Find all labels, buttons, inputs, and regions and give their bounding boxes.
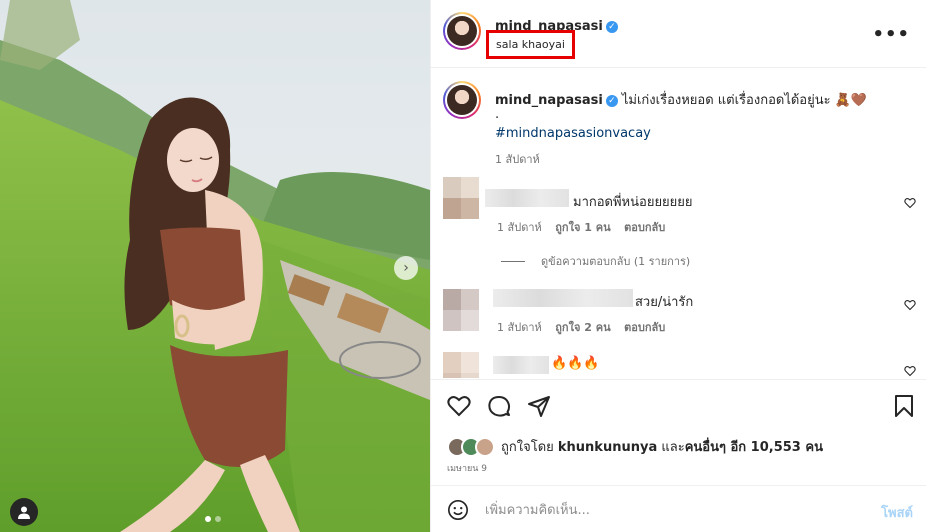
tagged-users-button[interactable] (10, 498, 38, 526)
likes-middle: และ (657, 440, 685, 455)
comment-avatar-blurred[interactable] (443, 289, 479, 331)
comment-username-blurred[interactable] (485, 189, 569, 207)
carousel-dot-active (205, 516, 211, 522)
comment-time[interactable]: 1 สัปดาห์ (497, 321, 542, 334)
likes-text: ถูกใจโดย khunkununya และคนอื่นๆ อีก 10,5… (501, 436, 823, 457)
caption-avatar[interactable] (443, 81, 481, 119)
add-comment-input[interactable] (485, 500, 855, 520)
user-icon (18, 506, 30, 519)
share-icon[interactable] (527, 394, 551, 418)
bookmark-icon[interactable] (893, 394, 915, 418)
photo-illustration (0, 0, 430, 532)
emoji-icon[interactable] (447, 499, 469, 521)
post-comment-button[interactable]: โพสต์ (881, 502, 913, 523)
comment-like-heart-icon[interactable] (904, 365, 916, 377)
comment-meta: 1 สัปดาห์ ถูกใจ 2 คน ตอบกลับ (497, 318, 675, 336)
more-options-icon[interactable]: ••• (872, 24, 910, 45)
comment-username-blurred[interactable] (493, 289, 633, 307)
post-details-pane: mind_napasasi ✓ sala khaoyai ••• mind_nap… (430, 0, 926, 532)
comment-avatar-blurred[interactable] (443, 352, 479, 378)
post-date[interactable]: เมษายน 9 (447, 461, 487, 475)
add-comment-bar: โพสต์ (431, 485, 926, 532)
caption-line: mind_napasasi ✓ ไม่เก่งเรื่องหยอด แต่เรื่อ… (495, 89, 867, 110)
instagram-post-modal: › mind_napasasi ✓ sala khaoyai ••• mind_… (0, 0, 926, 532)
view-replies-button[interactable]: ดูข้อความตอบกลับ (1 รายการ) (501, 252, 690, 270)
liker-username[interactable]: khunkununya (558, 440, 657, 455)
likes-summary: ถูกใจโดย khunkununya และคนอื่นๆ อีก 10,5… (447, 436, 823, 457)
caption-username[interactable]: mind_napasasi (495, 93, 603, 108)
carousel-indicator (205, 516, 221, 522)
location-link[interactable]: sala khaoyai (496, 38, 565, 51)
post-actions: ถูกใจโดย khunkununya และคนอื่นๆ อีก 10,5… (431, 379, 926, 485)
comment-username-blurred[interactable] (493, 356, 549, 374)
caption-text: ไม่เก่งเรื่องหยอด แต่เรื่องกอดได้อยู่นะ … (621, 93, 868, 108)
caption-time[interactable]: 1 สัปดาห์ (495, 150, 540, 168)
post-photo[interactable]: › (0, 0, 430, 532)
heart-icon[interactable] (447, 394, 471, 418)
comments-list: mind_napasasi ✓ ไม่เก่งเรื่องหยอด แต่เรื่อ… (431, 69, 926, 378)
comment-text: 🔥🔥🔥 (551, 356, 600, 371)
comment-likes[interactable]: ถูกใจ 1 คน (555, 221, 610, 234)
comment-text: มากอดพี่หน่อยยยยยย (573, 195, 693, 210)
post-header: mind_napasasi ✓ sala khaoyai ••• (431, 0, 926, 68)
caption-dot: . (495, 107, 500, 122)
comment-icon[interactable] (487, 394, 511, 418)
next-photo-button[interactable]: › (394, 256, 418, 280)
view-replies-label: ดูข้อความตอบกลับ (1 รายการ) (541, 255, 691, 268)
comment-reply-button[interactable]: ตอบกลับ (624, 321, 665, 334)
comment-like-heart-icon[interactable] (904, 299, 916, 311)
caption-hashtag[interactable]: #mindnapasasionvacay (495, 126, 651, 141)
comment-reply-button[interactable]: ตอบกลับ (624, 221, 665, 234)
chevron-right-icon: › (403, 260, 409, 276)
verified-badge-icon: ✓ (605, 95, 618, 107)
location-highlight: sala khaoyai (486, 30, 575, 59)
comment-avatar-blurred[interactable] (443, 177, 479, 219)
comment-meta: 1 สัปดาห์ ถูกใจ 1 คน ตอบกลับ (497, 218, 675, 236)
comment-time[interactable]: 1 สัปดาห์ (497, 221, 542, 234)
verified-badge-icon: ✓ (605, 21, 618, 33)
carousel-dot (215, 516, 221, 522)
comment-text: สวย/น่ารัก (635, 295, 694, 310)
comment-likes[interactable]: ถูกใจ 2 คน (555, 321, 610, 334)
likes-others-link[interactable]: คนอื่นๆ อีก 10,553 คน (685, 440, 823, 455)
liker-avatar[interactable] (475, 436, 495, 457)
likes-prefix: ถูกใจโดย (501, 440, 558, 455)
comment-like-heart-icon[interactable] (904, 197, 916, 209)
author-avatar[interactable] (443, 12, 481, 50)
